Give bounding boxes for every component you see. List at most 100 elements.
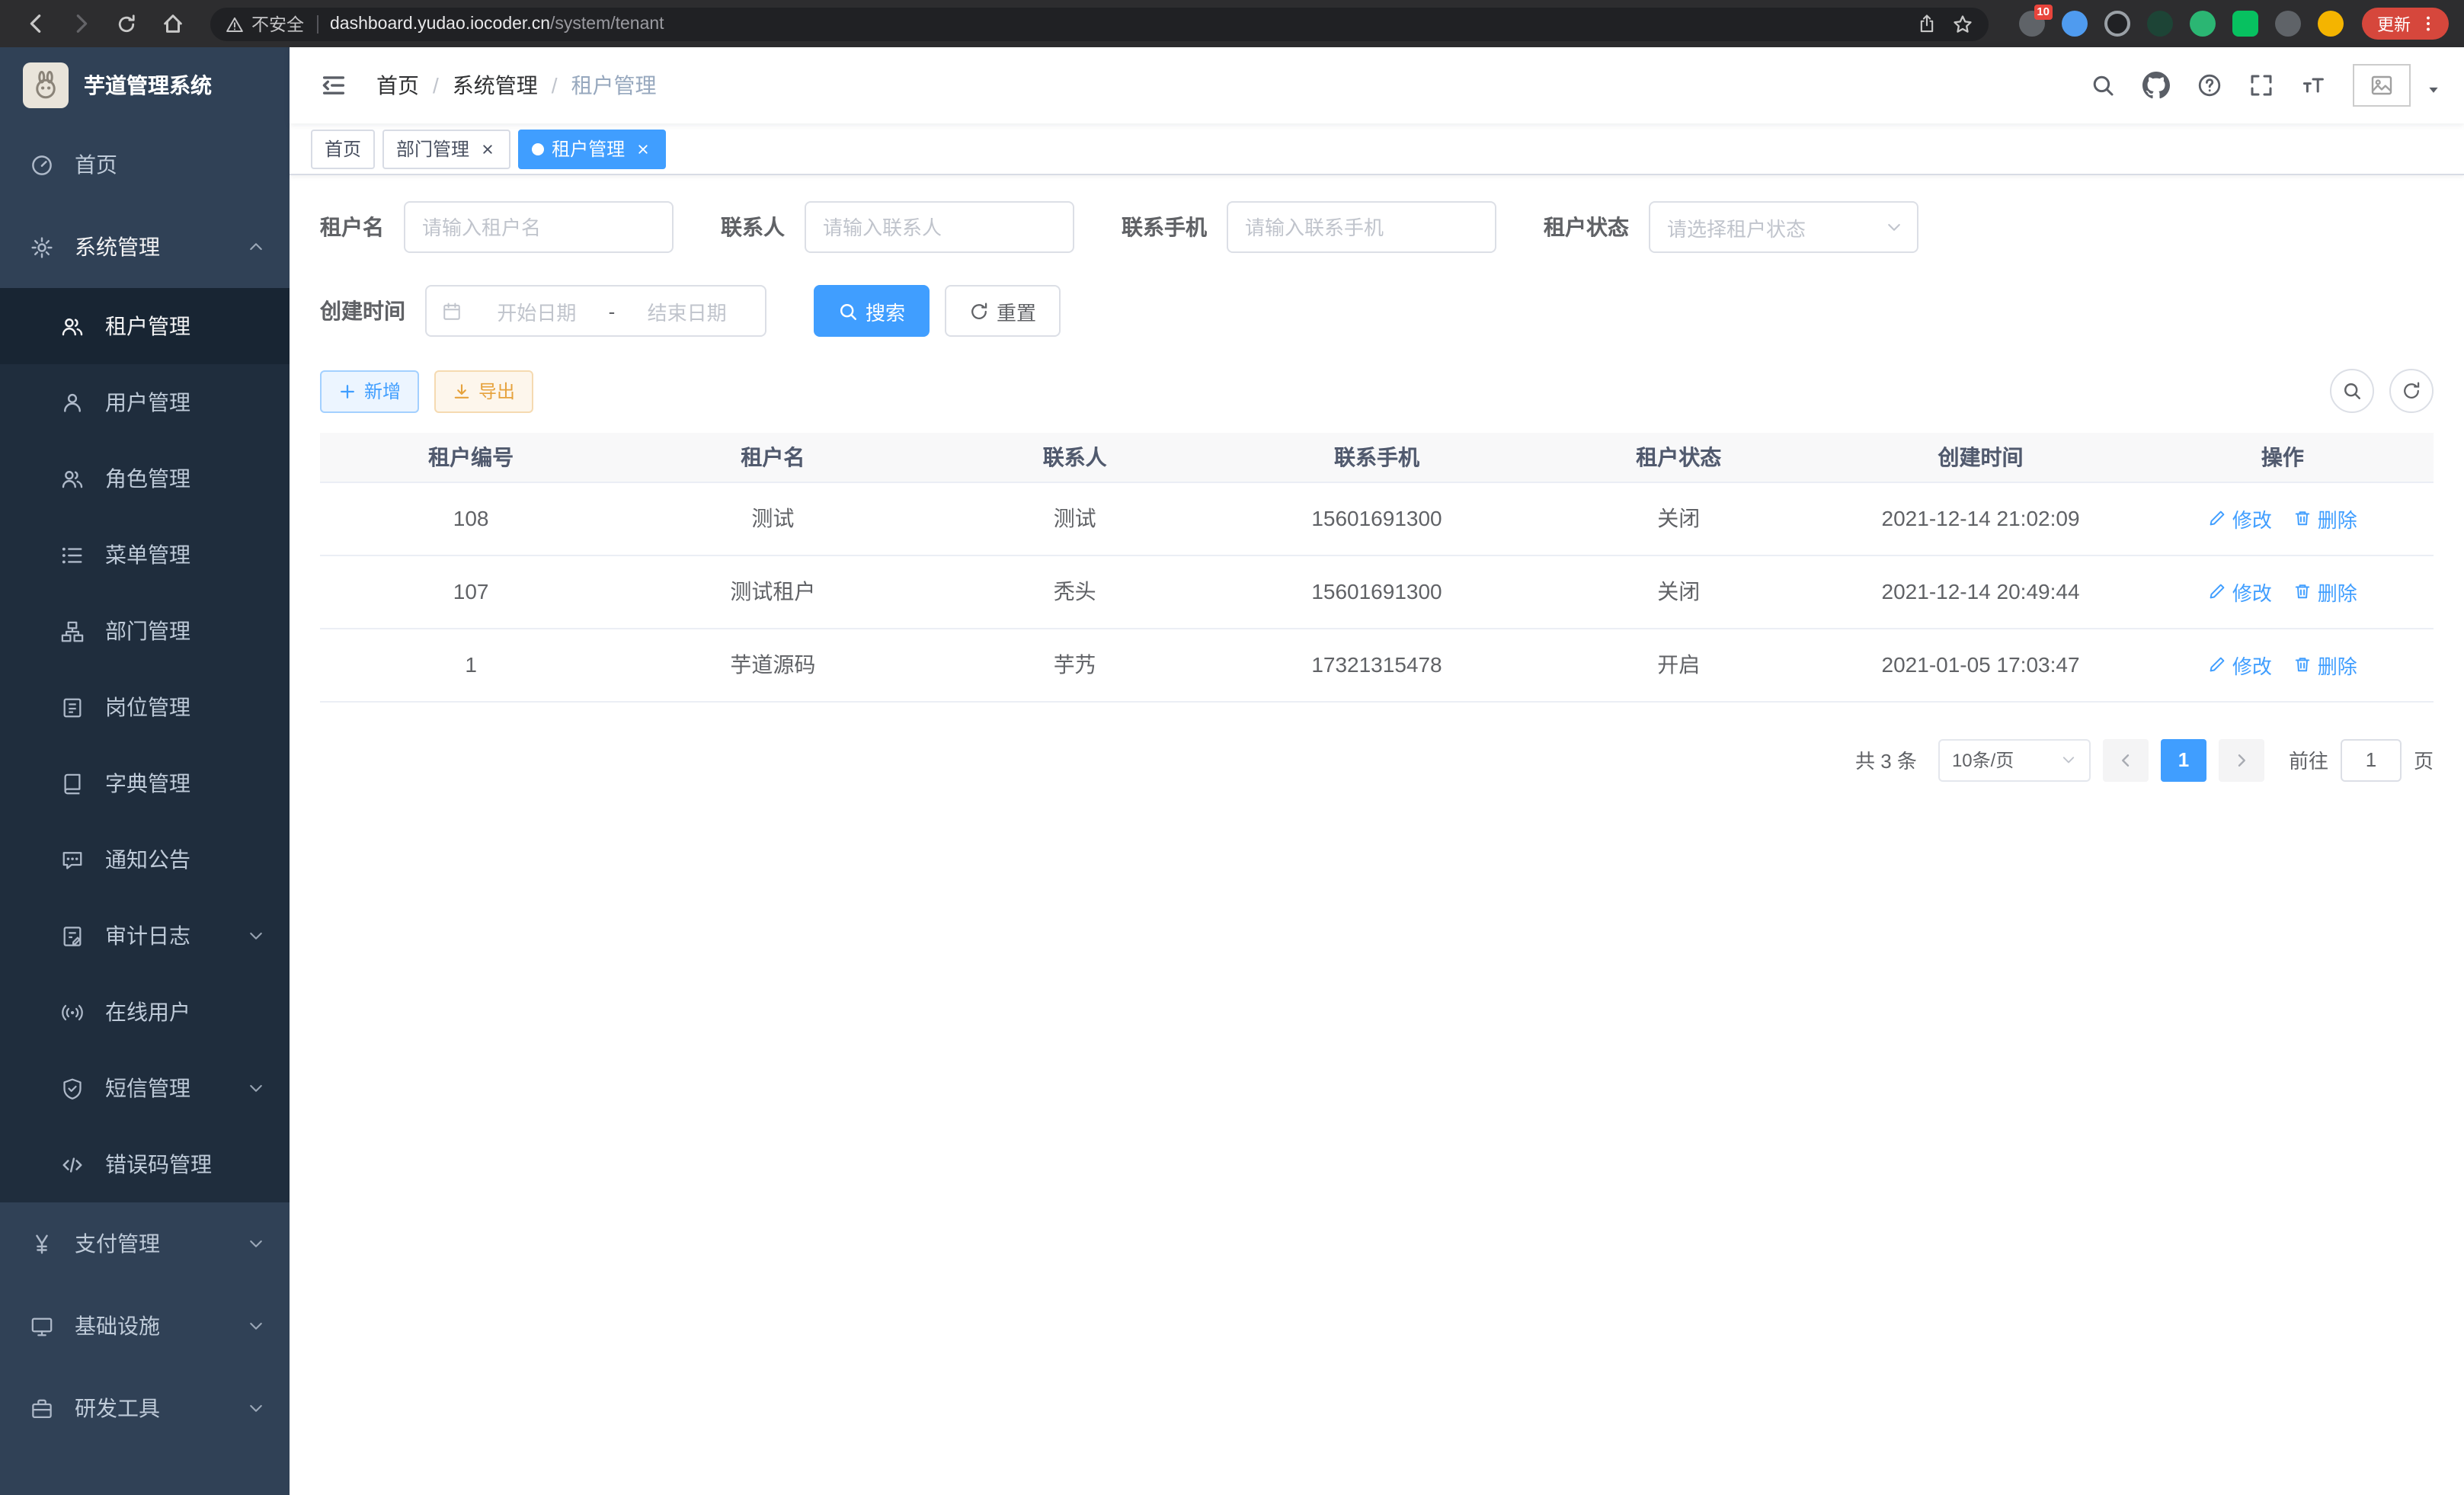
- goto-page-input[interactable]: [2341, 738, 2402, 781]
- extension-icon[interactable]: [2275, 11, 2301, 37]
- chevron-down-icon: [247, 1317, 265, 1335]
- sidebar-item-infrastructure[interactable]: 基础设施: [0, 1285, 290, 1367]
- sidebar-item-dictionary-management[interactable]: 字典管理: [0, 745, 290, 821]
- page-size-select[interactable]: 10条/页: [1938, 738, 2091, 781]
- cell-tenant-id: 1: [320, 628, 622, 701]
- page-size-label: 10条/页: [1952, 747, 2014, 773]
- browser-update-button[interactable]: 更新: [2362, 8, 2449, 40]
- browser-back-button[interactable]: [15, 4, 55, 43]
- search-icon: [838, 301, 858, 321]
- tags-view-bar: 首页 部门管理 租户管理: [290, 123, 2464, 175]
- trash-icon: [2293, 582, 2312, 600]
- address-bar[interactable]: 不安全 dashboard.yudao.iocoder.cn/system/te…: [210, 7, 1989, 40]
- prev-page-button[interactable]: [2103, 738, 2149, 781]
- extension-icon[interactable]: [2104, 11, 2130, 37]
- sidebar-item-announcement[interactable]: 通知公告: [0, 821, 290, 898]
- export-button[interactable]: 导出: [434, 370, 533, 412]
- add-button[interactable]: 新增: [320, 370, 419, 412]
- sidebar-item-system-management[interactable]: 系统管理: [0, 206, 290, 288]
- browser-home-button[interactable]: [152, 4, 192, 43]
- phone-input[interactable]: [1227, 201, 1496, 253]
- calendar-icon: [442, 301, 462, 321]
- sidebar-item-payment-management[interactable]: 支付管理: [0, 1202, 290, 1285]
- fullscreen-icon[interactable]: [2249, 73, 2274, 98]
- column-header-tenant-id: 租户编号: [320, 433, 622, 482]
- close-icon[interactable]: [477, 139, 497, 158]
- sidebar-item-tenant-management[interactable]: 租户管理: [0, 288, 290, 364]
- font-size-icon[interactable]: [2301, 73, 2325, 98]
- edit-button[interactable]: 修改: [2208, 504, 2272, 533]
- edit-button[interactable]: 修改: [2208, 577, 2272, 606]
- sidebar-item-department-management[interactable]: 部门管理: [0, 593, 290, 669]
- sidebar-item-role-management[interactable]: 角色管理: [0, 440, 290, 517]
- tenant-status-select[interactable]: 请选择租户状态: [1649, 201, 1918, 253]
- kebab-menu-icon[interactable]: [2418, 14, 2438, 34]
- tab-label: 部门管理: [396, 136, 469, 162]
- bookmark-star-icon[interactable]: [1952, 13, 1973, 34]
- extension-icon[interactable]: [2147, 11, 2173, 37]
- sidebar-item-home[interactable]: 首页: [0, 123, 290, 206]
- tenant-name-input[interactable]: [404, 201, 674, 253]
- create-time-range-picker[interactable]: 开始日期 - 结束日期: [425, 285, 766, 337]
- extension-icon[interactable]: [2232, 11, 2258, 37]
- sidebar-item-error-code-management[interactable]: 错误码管理: [0, 1126, 290, 1202]
- contact-input[interactable]: [805, 201, 1074, 253]
- delete-button[interactable]: 删除: [2293, 650, 2357, 679]
- delete-button[interactable]: 删除: [2293, 504, 2357, 533]
- divider: [316, 14, 318, 33]
- app-logo[interactable]: 芋道管理系统: [0, 47, 290, 123]
- edit-button[interactable]: 修改: [2208, 650, 2272, 679]
- page-number-button[interactable]: 1: [2161, 738, 2206, 781]
- delete-button[interactable]: 删除: [2293, 577, 2357, 606]
- cell-created-at: 2021-12-14 21:02:09: [1829, 482, 2131, 555]
- breadcrumb-home[interactable]: 首页: [376, 70, 419, 101]
- infrastructure-icon: [30, 1314, 53, 1337]
- url-domain: dashboard.yudao.iocoder.cn: [330, 14, 550, 33]
- breadcrumb: 首页 / 系统管理 / 租户管理: [376, 70, 657, 101]
- avatar[interactable]: [2353, 64, 2411, 107]
- tab-department-management[interactable]: 部门管理: [382, 129, 510, 168]
- chevron-down-icon[interactable]: [2426, 82, 2441, 98]
- next-page-button[interactable]: [2219, 738, 2264, 781]
- roles-icon: [61, 467, 84, 490]
- toggle-search-button[interactable]: [2330, 369, 2374, 413]
- sidebar-item-user-management[interactable]: 用户管理: [0, 364, 290, 440]
- extension-icon[interactable]: [2318, 11, 2344, 37]
- sidebar-toggle-button[interactable]: [312, 72, 355, 99]
- share-icon[interactable]: [1917, 14, 1937, 34]
- sidebar-item-position-management[interactable]: 岗位管理: [0, 669, 290, 745]
- cell-tenant-id: 108: [320, 482, 622, 555]
- extension-icon[interactable]: [2062, 11, 2088, 37]
- extension-icon[interactable]: [2190, 11, 2216, 37]
- sidebar-item-dev-tools[interactable]: 研发工具: [0, 1367, 290, 1449]
- page-content: 租户名 联系人 联系手机 租户状态 请选择租户状态: [290, 175, 2464, 1495]
- extension-icon[interactable]: 10: [2019, 11, 2045, 37]
- refresh-table-button[interactable]: [2389, 369, 2434, 413]
- search-icon[interactable]: [2091, 73, 2115, 98]
- sidebar-item-online-users[interactable]: 在线用户: [0, 974, 290, 1050]
- browser-reload-button[interactable]: [107, 4, 146, 43]
- close-icon[interactable]: [632, 139, 652, 158]
- create-time-label: 创建时间: [320, 296, 405, 326]
- audit-log-icon: [61, 924, 84, 947]
- tenant-name-label: 租户名: [320, 212, 384, 242]
- search-button[interactable]: 搜索: [814, 285, 930, 337]
- cell-created-at: 2021-01-05 17:03:47: [1829, 628, 2131, 701]
- reset-button[interactable]: 重置: [945, 285, 1061, 337]
- breadcrumb-system-management[interactable]: 系统管理: [453, 70, 538, 101]
- tab-tenant-management[interactable]: 租户管理: [518, 129, 666, 168]
- tab-label: 租户管理: [552, 136, 625, 162]
- cell-tenant-name: 测试租户: [622, 555, 923, 628]
- help-icon[interactable]: [2197, 73, 2222, 98]
- sidebar-item-audit-log[interactable]: 审计日志: [0, 898, 290, 974]
- start-date-placeholder: 开始日期: [474, 296, 600, 325]
- site-security[interactable]: 不安全: [226, 11, 304, 36]
- browser-forward-button[interactable]: [61, 4, 101, 43]
- sidebar-item-sms-management[interactable]: 短信管理: [0, 1050, 290, 1126]
- filter-phone: 联系手机: [1122, 201, 1496, 253]
- tab-home[interactable]: 首页: [311, 129, 375, 168]
- sidebar-item-menu-management[interactable]: 菜单管理: [0, 517, 290, 593]
- github-icon[interactable]: [2142, 72, 2170, 99]
- chevron-down-icon: [247, 1234, 265, 1253]
- phone-label: 联系手机: [1122, 212, 1207, 242]
